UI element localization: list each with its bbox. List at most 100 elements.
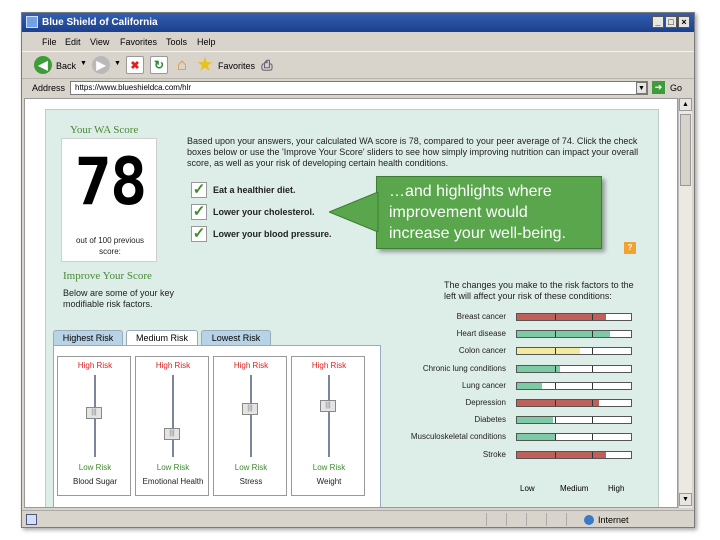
slider-name-blood-sugar: Blood Sugar: [72, 477, 118, 486]
risk-bar: [516, 416, 632, 425]
scroll-up-icon[interactable]: ▲: [679, 98, 692, 111]
maximize-button[interactable]: □: [665, 16, 677, 28]
checkbox-label-lower-cholesterol: Lower your cholesterol.: [213, 207, 315, 217]
risk-bar-tick: [592, 382, 594, 389]
slider-name-stress: Stress: [239, 477, 263, 486]
favorites-button-label[interactable]: Favorites: [218, 61, 255, 71]
risk-bar-tick: [554, 365, 556, 372]
home-icon[interactable]: ⌂: [173, 55, 191, 74]
callout-pointer: [329, 192, 379, 232]
risk-bar-tick: [554, 434, 556, 441]
slider-track: [172, 375, 174, 457]
slider-thumb-weight[interactable]: |||: [320, 399, 336, 412]
back-button-label[interactable]: Back: [56, 61, 76, 71]
vertical-scrollbar[interactable]: ▲ ▼: [678, 98, 692, 508]
risk-bar-fill: [517, 382, 543, 389]
low-risk-label: Low Risk: [78, 463, 112, 472]
address-bar: Address https://www.blueshieldca.com/hlr…: [22, 78, 694, 96]
status-divider: [526, 513, 527, 526]
go-button-label[interactable]: Go: [670, 83, 682, 93]
address-dropdown-icon[interactable]: ▼: [636, 82, 647, 94]
go-arrow-icon[interactable]: ➔: [652, 81, 665, 94]
risk-bar-tick: [592, 417, 594, 424]
stop-icon[interactable]: ✖: [126, 56, 144, 74]
high-risk-label: High Risk: [311, 361, 347, 370]
menu-bar: File Edit View Favorites Tools Help: [22, 33, 694, 50]
slider-name-emotional-health: Emotional Health: [142, 477, 204, 486]
risk-bar-fill: [517, 434, 555, 441]
window-title: Blue Shield of California: [42, 17, 158, 28]
risk-condition-label: Heart disease: [456, 329, 506, 339]
risk-bar-tick: [592, 348, 594, 355]
menu-tools[interactable]: Tools: [166, 37, 187, 47]
menu-view[interactable]: View: [90, 37, 109, 47]
your-score-heading: Your WA Score: [70, 124, 139, 136]
risk-bar: [516, 330, 632, 339]
risk-bar: [516, 364, 632, 373]
risk-bar-fill: [517, 348, 580, 355]
menu-file[interactable]: File: [42, 37, 57, 47]
menu-favorites[interactable]: Favorites: [120, 37, 157, 47]
risk-bar: [516, 433, 632, 442]
risk-bar-tick: [554, 400, 556, 406]
slider-name-weight: Weight: [316, 477, 342, 486]
slider-thumb-stress[interactable]: |||: [242, 403, 258, 415]
risk-condition-label: Chronic lung conditions: [422, 363, 506, 373]
address-input[interactable]: https://www.blueshieldca.com/hlr: [70, 81, 648, 95]
risk-bar-tick: [554, 451, 556, 458]
title-bar: Blue Shield of California _ □ ×: [22, 13, 694, 32]
high-risk-label: High Risk: [233, 361, 269, 370]
previous-score-label: out of 100 previous score:: [75, 236, 145, 256]
print-icon[interactable]: ⎙: [258, 56, 276, 74]
internet-globe-icon: [584, 515, 594, 525]
slider-thumb-blood-sugar[interactable]: |||: [86, 406, 102, 419]
risk-bar: [516, 313, 632, 321]
risk-bar: [516, 381, 632, 390]
risk-bar-fill: [517, 331, 611, 338]
back-arrow-icon[interactable]: ◀: [34, 56, 52, 74]
checkbox-lower-cholesterol[interactable]: ✓: [191, 204, 207, 220]
tab-lowest-risk[interactable]: Lowest Risk: [201, 330, 271, 346]
slider-thumb-emotional-health[interactable]: |||: [164, 427, 180, 440]
low-risk-label: Low Risk: [312, 463, 346, 472]
toolbar: ◀ Back ▼ ▶ ▼ ✖ ↻ ⌂ ★ Favorites ⎙: [22, 51, 694, 77]
menu-edit[interactable]: Edit: [65, 37, 81, 47]
help-icon[interactable]: ?: [624, 242, 636, 254]
checkbox-eat-healthier[interactable]: ✓: [191, 182, 207, 198]
security-zone-label: Internet: [598, 515, 629, 525]
wa-score-page: Your WA Score 78 out of 100 previous sco…: [45, 109, 659, 507]
risk-condition-label: Diabetes: [474, 415, 506, 425]
scroll-down-icon[interactable]: ▼: [679, 493, 692, 506]
favorites-star-icon[interactable]: ★: [196, 55, 214, 74]
risk-bar: [516, 450, 632, 459]
risk-bar-tick: [592, 331, 594, 338]
risk-condition-label: Stroke: [482, 449, 506, 459]
scroll-thumb[interactable]: [680, 114, 691, 186]
high-risk-label: High Risk: [155, 361, 191, 370]
risk-bar-tick: [592, 451, 594, 458]
minimize-button[interactable]: _: [652, 16, 664, 28]
back-dropdown-icon[interactable]: ▼: [80, 60, 87, 67]
risk-condition-label: Colon cancer: [458, 346, 506, 356]
risk-bar-fill: [517, 417, 554, 424]
risk-axis-high: High: [608, 484, 625, 493]
forward-dropdown-icon[interactable]: ▼: [114, 60, 121, 67]
tab-highest-risk[interactable]: Highest Risk: [53, 330, 123, 346]
risk-bar-tick: [554, 348, 556, 355]
close-button[interactable]: ×: [678, 16, 690, 28]
callout-box: …and highlights where improvement would …: [376, 176, 602, 249]
status-divider: [486, 513, 487, 526]
risk-bar-tick: [554, 314, 556, 320]
checkbox-lower-blood-pressure[interactable]: ✓: [191, 226, 207, 242]
risk-bar-tick: [554, 382, 556, 389]
slider-card-weight: High Risk ||| Low Risk Weight: [291, 356, 365, 496]
slider-track: [328, 375, 330, 457]
refresh-icon[interactable]: ↻: [150, 56, 168, 74]
menu-help[interactable]: Help: [197, 37, 216, 47]
score-value: 78: [74, 143, 148, 220]
address-label: Address: [32, 83, 66, 93]
forward-arrow-icon[interactable]: ▶: [92, 56, 110, 74]
risk-condition-label: Breast cancer: [456, 312, 506, 321]
risk-bar: [516, 347, 632, 356]
low-risk-label: Low Risk: [156, 463, 190, 472]
